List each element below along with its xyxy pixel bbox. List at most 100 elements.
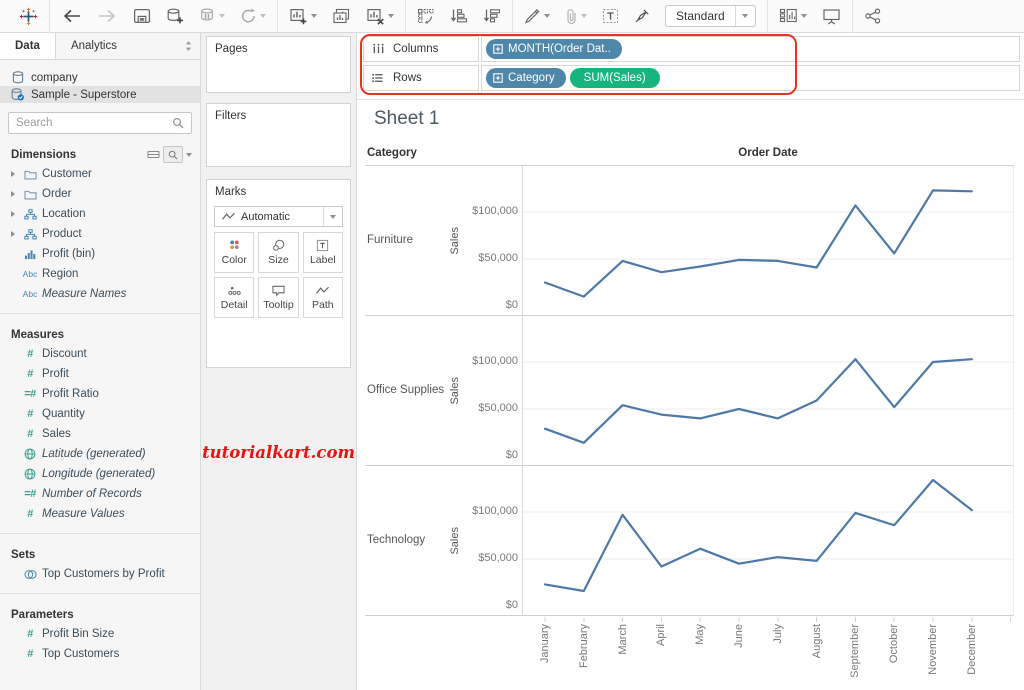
field-row[interactable]: Abc Measure Names: [0, 284, 200, 304]
swap-rows-columns-icon[interactable]: [417, 8, 435, 25]
month-label[interactable]: September: [836, 624, 875, 678]
pane-sort-icon[interactable]: [185, 33, 200, 59]
presentation-mode-icon[interactable]: [822, 8, 841, 25]
pages-shelf[interactable]: Pages: [206, 36, 351, 93]
search-input[interactable]: [16, 117, 172, 129]
mark-type-dropdown[interactable]: Automatic: [214, 206, 343, 227]
pill-sum-sales[interactable]: SUM(Sales): [569, 68, 660, 88]
duplicate-sheet-icon[interactable]: [332, 8, 351, 25]
folder-icon: [18, 189, 42, 200]
row-field-header[interactable]: Category: [367, 147, 417, 159]
database-check-icon: [11, 88, 24, 101]
field-row[interactable]: Longitude (generated): [0, 464, 200, 484]
new-data-source-icon[interactable]: [166, 8, 184, 25]
field-row[interactable]: Customer: [0, 164, 200, 184]
show-hide-cards-icon[interactable]: [779, 8, 807, 24]
month-label[interactable]: October: [875, 624, 914, 678]
columns-shelf-content[interactable]: MONTH(Order Dat..: [481, 36, 1020, 62]
month-label[interactable]: June: [720, 624, 759, 678]
fix-axes-icon[interactable]: [634, 8, 650, 24]
tab-analytics[interactable]: Analytics: [56, 33, 132, 59]
field-row[interactable]: Product: [0, 224, 200, 244]
share-workbook-icon[interactable]: [864, 8, 882, 24]
expand-plus-icon[interactable]: [493, 44, 503, 54]
field-row[interactable]: # Profit: [0, 364, 200, 384]
category-label[interactable]: Office Supplies: [367, 316, 445, 465]
pill-category[interactable]: Category: [486, 68, 566, 88]
sheet-title[interactable]: Sheet 1: [374, 108, 440, 130]
line-chart-technology[interactable]: [522, 466, 1014, 616]
month-label[interactable]: April: [642, 624, 681, 678]
field-row[interactable]: # Top Customers: [0, 644, 200, 664]
size-button[interactable]: Size: [258, 232, 299, 273]
group-members-icon[interactable]: [565, 8, 587, 25]
line-chart-furniture[interactable]: [522, 166, 1014, 316]
path-button[interactable]: Path: [302, 277, 343, 318]
number-icon: #: [27, 508, 33, 520]
color-button[interactable]: Color: [214, 232, 255, 273]
month-label[interactable]: May: [681, 624, 720, 678]
field-row[interactable]: Top Customers by Profit: [0, 564, 200, 584]
month-label[interactable]: March: [603, 624, 642, 678]
clear-sheet-icon[interactable]: [366, 8, 394, 25]
field-row[interactable]: # Discount: [0, 344, 200, 364]
month-label[interactable]: January: [526, 624, 565, 678]
pause-auto-updates-icon[interactable]: [199, 8, 225, 24]
save-icon[interactable]: [133, 8, 151, 24]
fit-selector[interactable]: Standard: [665, 5, 756, 27]
expand-chevron-icon[interactable]: [7, 211, 18, 217]
pill-month-order-date[interactable]: MONTH(Order Dat..: [486, 39, 622, 59]
category-label[interactable]: Furniture: [367, 166, 445, 315]
mark-type-caret[interactable]: [323, 207, 342, 226]
expand-plus-icon[interactable]: [493, 73, 503, 83]
category-label[interactable]: Technology: [367, 466, 445, 615]
field-row[interactable]: Profit (bin): [0, 244, 200, 264]
month-label[interactable]: February: [564, 624, 603, 678]
redo-icon[interactable]: [97, 8, 118, 24]
field-row[interactable]: # Quantity: [0, 404, 200, 424]
show-mark-labels-icon[interactable]: [602, 8, 619, 24]
columns-shelf-label[interactable]: Columns: [363, 36, 479, 62]
field-row[interactable]: =# Number of Records: [0, 484, 200, 504]
sort-ascending-icon[interactable]: [450, 8, 468, 24]
line-chart-office-supplies[interactable]: [522, 316, 1014, 466]
new-worksheet-icon[interactable]: [289, 8, 317, 25]
rows-shelf-content[interactable]: Category SUM(Sales): [481, 65, 1020, 91]
expand-chevron-icon[interactable]: [7, 171, 18, 177]
detail-button[interactable]: Detail: [214, 277, 255, 318]
expand-chevron-icon[interactable]: [7, 191, 18, 197]
rows-shelf-label[interactable]: Rows: [363, 65, 479, 91]
fit-selector-value: Standard: [676, 9, 725, 23]
run-update-icon[interactable]: [240, 8, 266, 24]
field-row[interactable]: Latitude (generated): [0, 444, 200, 464]
field-row[interactable]: Abc Region: [0, 264, 200, 284]
tab-data[interactable]: Data: [0, 33, 56, 59]
fit-selector-caret[interactable]: [734, 6, 755, 26]
month-label[interactable]: July: [758, 624, 797, 678]
dimensions-menu-caret[interactable]: [186, 152, 192, 157]
field-row[interactable]: # Profit Bin Size: [0, 624, 200, 644]
field-row[interactable]: =# Profit Ratio: [0, 384, 200, 404]
set-icon: [18, 569, 42, 580]
month-label[interactable]: December: [952, 624, 991, 678]
search-box[interactable]: [8, 112, 192, 134]
month-label[interactable]: November: [914, 624, 953, 678]
month-label[interactable]: August: [797, 624, 836, 678]
column-field-header[interactable]: Order Date: [522, 147, 1014, 159]
tableau-logo-icon[interactable]: [19, 7, 38, 26]
find-field-button[interactable]: [163, 146, 183, 163]
field-row[interactable]: # Sales: [0, 424, 200, 444]
undo-icon[interactable]: [61, 8, 82, 24]
view-as-list-icon[interactable]: [147, 149, 160, 161]
field-row[interactable]: Order: [0, 184, 200, 204]
highlight-icon[interactable]: [524, 8, 550, 24]
expand-chevron-icon[interactable]: [7, 231, 18, 237]
field-row[interactable]: Location: [0, 204, 200, 224]
field-row[interactable]: # Measure Values: [0, 504, 200, 524]
label-button[interactable]: Label: [302, 232, 343, 273]
datasource-row[interactable]: Sample - Superstore: [0, 86, 200, 103]
filters-shelf[interactable]: Filters: [206, 103, 351, 167]
tooltip-button[interactable]: Tooltip: [258, 277, 299, 318]
datasource-row[interactable]: company: [0, 69, 200, 86]
sort-descending-icon[interactable]: [483, 8, 501, 24]
